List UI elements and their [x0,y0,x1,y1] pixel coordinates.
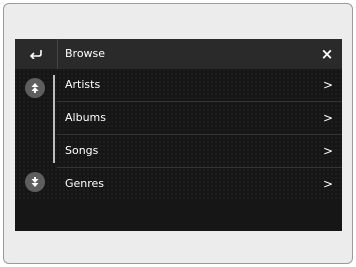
close-icon: × [320,45,334,63]
list-item-genres[interactable]: Genres > [57,168,342,201]
scrollbar[interactable] [53,75,55,163]
chevron-right-icon: > [322,177,333,191]
scroll-up-button[interactable] [25,78,45,98]
footer-bar [15,201,342,231]
chevron-right-icon: > [322,144,333,158]
browse-screen: Browse × Artists > Albums > Songs > Genr… [15,39,342,231]
list-item-artists[interactable]: Artists > [57,69,342,102]
figure-frame: Browse × Artists > Albums > Songs > Genr… [3,3,353,264]
list-item-label: Albums [65,111,106,124]
scroll-up-icon [31,83,39,93]
back-button[interactable] [15,39,57,69]
list-item-label: Artists [65,78,101,91]
return-arrow-icon [29,50,42,59]
close-button[interactable]: × [312,39,342,69]
list-item-albums[interactable]: Albums > [57,102,342,135]
page-title: Browse [65,47,106,60]
list-item-label: Songs [65,144,99,157]
list-area: Artists > Albums > Songs > Genres > [15,69,342,201]
scroll-down-button[interactable] [25,172,45,192]
chevron-right-icon: > [322,111,333,125]
browse-list: Artists > Albums > Songs > Genres > [57,69,342,201]
list-item-songs[interactable]: Songs > [57,135,342,168]
scroll-column [15,69,57,201]
chevron-right-icon: > [322,78,333,92]
list-item-label: Genres [65,177,105,190]
header-bar: Browse × [15,39,342,69]
scroll-down-icon [31,177,39,187]
header-divider [57,39,58,69]
